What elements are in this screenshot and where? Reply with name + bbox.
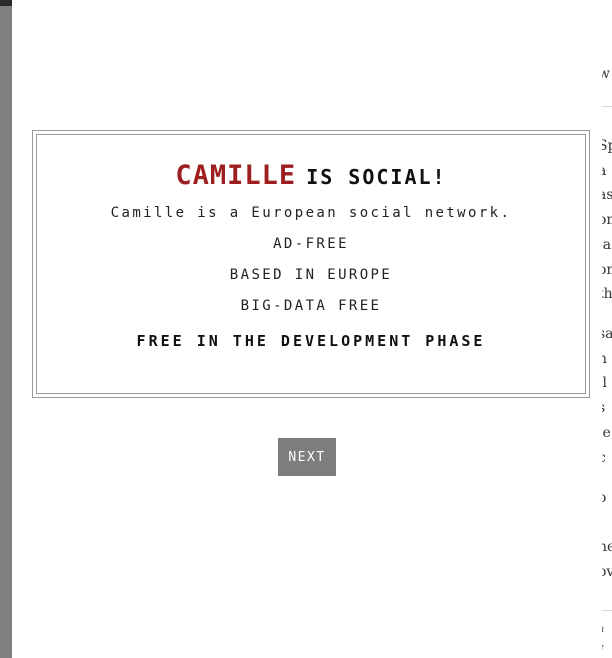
feature-free-development: FREE IN THE DEVELOPMENT PHASE xyxy=(136,332,486,350)
next-button[interactable]: NEXT xyxy=(278,438,336,476)
intro-card-inner: CAMILLE IS SOCIAL! Camille is a European … xyxy=(36,134,586,394)
intro-text: Camille is a European social network. xyxy=(110,205,512,221)
feature-big-data-free: BIG-DATA FREE xyxy=(240,298,382,314)
welcome-modal: CAMILLE IS SOCIAL! Camille is a European … xyxy=(12,0,602,658)
headline-text: IS SOCIAL! xyxy=(306,165,447,189)
intro-card: CAMILLE IS SOCIAL! Camille is a European … xyxy=(32,130,590,398)
modal-headline: CAMILLE IS SOCIAL! xyxy=(37,159,585,193)
feature-based-in-europe: BASED IN EUROPE xyxy=(229,267,393,283)
brand-logo-text: CAMILLE xyxy=(175,160,297,191)
feature-ad-free: AD-FREE xyxy=(273,236,349,252)
